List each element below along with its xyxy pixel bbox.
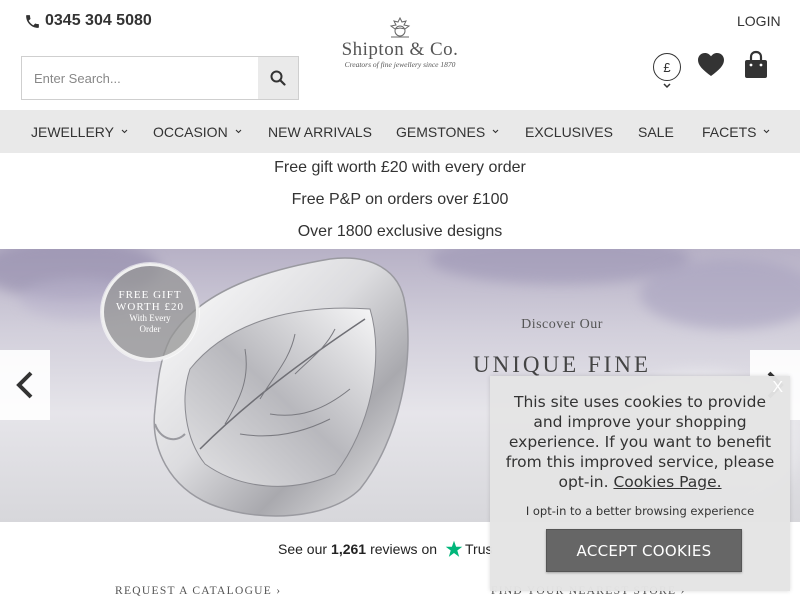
nav-item-label: GEMSTONES bbox=[396, 123, 486, 140]
trust-suffix: reviews on bbox=[370, 541, 438, 557]
chevron-down-icon bbox=[492, 129, 499, 134]
currency-selector[interactable]: £ bbox=[653, 53, 681, 81]
chevron-down-icon bbox=[235, 129, 242, 134]
promo-free-delivery: Free P&P on orders over £100 bbox=[291, 191, 509, 208]
nav-item-occasion[interactable]: OCCASION bbox=[153, 110, 242, 153]
chevron-down-icon bbox=[764, 129, 770, 134]
cookies-page-link[interactable]: Cookies Page. bbox=[613, 473, 721, 491]
nav-item-exclusives[interactable]: EXCLUSIVES bbox=[525, 110, 613, 153]
search-icon bbox=[270, 70, 286, 86]
hero-headline: UNIQUE FINE bbox=[472, 352, 651, 377]
hero-discover-text: Discover Our bbox=[521, 317, 603, 332]
accept-cookies-button[interactable]: ACCEPT COOKIES bbox=[546, 529, 742, 572]
cookie-optin-text: I opt-in to a better browsing experience bbox=[525, 504, 755, 518]
search-bar bbox=[21, 56, 299, 100]
main-nav: JEWELLERY OCCASION NEW ARRIVALS GEMSTONE… bbox=[0, 110, 800, 153]
cookie-dialog: X This site uses cookies to provide and … bbox=[490, 376, 790, 591]
search-button[interactable] bbox=[258, 57, 298, 99]
crest-icon bbox=[389, 16, 411, 38]
promo-exclusive-designs: Over 1800 exclusive designs bbox=[297, 223, 503, 240]
chevron-left-icon bbox=[16, 371, 33, 399]
trust-brand: Trus bbox=[465, 541, 493, 557]
free-gift-badge: FREE GIFT WORTH £20 With Every Order bbox=[101, 263, 199, 361]
badge-line3: With Every bbox=[129, 313, 171, 323]
badge-line2: WORTH £20 bbox=[116, 301, 184, 313]
site-header: 0345 304 5080 Shipton & Co. Creators of … bbox=[0, 0, 800, 110]
nav-item-sale[interactable]: SALE bbox=[638, 110, 674, 153]
request-catalogue-link[interactable]: REQUEST A CATALOGUE › bbox=[115, 585, 281, 597]
logo-name: Shipton & Co. bbox=[341, 39, 459, 60]
carousel-prev-button[interactable] bbox=[0, 350, 50, 420]
nav-item-jewellery[interactable]: JEWELLERY bbox=[31, 110, 128, 153]
login-link[interactable]: LOGIN bbox=[737, 13, 781, 29]
trustpilot-widget[interactable]: See our 1,261 reviews on Trus bbox=[278, 540, 493, 558]
nav-item-label: OCCASION bbox=[153, 123, 228, 140]
nav-item-label: EXCLUSIVES bbox=[525, 123, 613, 140]
trustpilot-star-icon bbox=[445, 540, 463, 557]
promo-free-gift: Free gift worth £20 with every order bbox=[274, 159, 526, 176]
chevron-down-icon[interactable] bbox=[662, 82, 672, 90]
site-logo[interactable]: Shipton & Co. Creators of fine jewellery… bbox=[336, 16, 464, 70]
currency-symbol: £ bbox=[663, 59, 671, 75]
nav-item-gemstones[interactable]: GEMSTONES bbox=[396, 110, 499, 153]
search-input[interactable] bbox=[22, 57, 258, 99]
nav-item-facets[interactable]: FACETS bbox=[702, 110, 770, 153]
logo-tagline: Creators of fine jewellery since 1870 bbox=[344, 60, 456, 69]
heart-icon[interactable] bbox=[697, 52, 725, 78]
trust-prefix: See our bbox=[278, 541, 328, 557]
nav-item-label: JEWELLERY bbox=[31, 123, 114, 140]
nav-item-new-arrivals[interactable]: NEW ARRIVALS bbox=[268, 110, 372, 153]
badge-line4: Order bbox=[139, 324, 161, 334]
phone-icon bbox=[26, 14, 39, 28]
shopping-bag-icon[interactable] bbox=[742, 50, 770, 80]
nav-item-label: NEW ARRIVALS bbox=[268, 123, 372, 140]
chevron-down-icon bbox=[121, 129, 128, 134]
phone-number: 0345 304 5080 bbox=[45, 12, 152, 29]
badge-line1: FREE GIFT bbox=[118, 289, 182, 301]
cookie-message: This site uses cookies to provide and im… bbox=[500, 392, 780, 492]
phone-link[interactable]: 0345 304 5080 bbox=[24, 12, 152, 30]
nav-item-label: SALE bbox=[638, 123, 674, 140]
nav-item-label: FACETS bbox=[702, 123, 757, 140]
trust-review-count: 1,261 bbox=[331, 541, 367, 557]
